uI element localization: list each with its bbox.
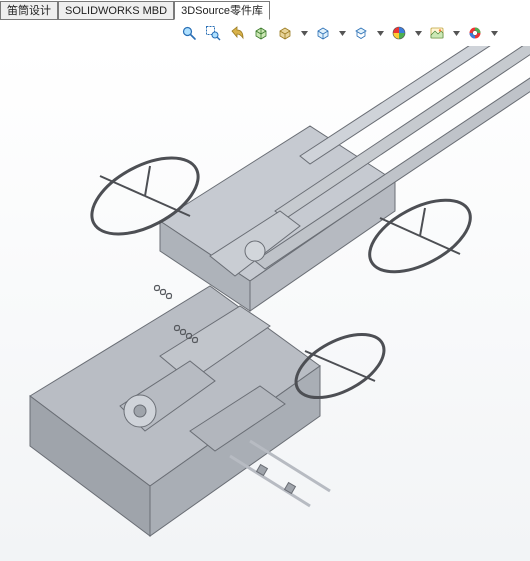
edit-appearance-dropdown[interactable] — [414, 31, 422, 36]
tab-label: 笛筒设计 — [7, 5, 51, 17]
view-orientation-dropdown[interactable] — [300, 31, 308, 36]
apply-scene-icon[interactable] — [428, 24, 446, 42]
tab-solidworks-mbd[interactable]: SOLIDWORKS MBD — [58, 1, 174, 20]
tab-design[interactable]: 笛筒设计 — [0, 1, 58, 20]
tab-3dsource-parts-library[interactable]: 3DSource零件库 — [174, 1, 270, 20]
zoom-area-icon[interactable] — [204, 24, 222, 42]
previous-view-icon[interactable] — [228, 24, 246, 42]
edit-appearance-icon[interactable] — [390, 24, 408, 42]
command-manager-tabs: 笛筒设计 SOLIDWORKS MBD 3DSource零件库 — [0, 0, 530, 20]
heads-up-view-toolbar — [0, 20, 530, 46]
display-style-icon[interactable] — [314, 24, 332, 42]
model-render — [0, 46, 530, 561]
graphics-viewport[interactable] — [0, 46, 530, 561]
apply-scene-dropdown[interactable] — [452, 31, 460, 36]
tab-label: SOLIDWORKS MBD — [65, 5, 167, 17]
display-style-dropdown[interactable] — [338, 31, 346, 36]
section-view-icon[interactable] — [252, 24, 270, 42]
hide-show-dropdown[interactable] — [376, 31, 384, 36]
tab-label: 3DSource零件库 — [181, 5, 263, 17]
view-settings-icon[interactable] — [466, 24, 484, 42]
view-orientation-icon[interactable] — [276, 24, 294, 42]
hide-show-icon[interactable] — [352, 24, 370, 42]
zoom-to-fit-icon[interactable] — [180, 24, 198, 42]
view-settings-dropdown[interactable] — [490, 31, 498, 36]
